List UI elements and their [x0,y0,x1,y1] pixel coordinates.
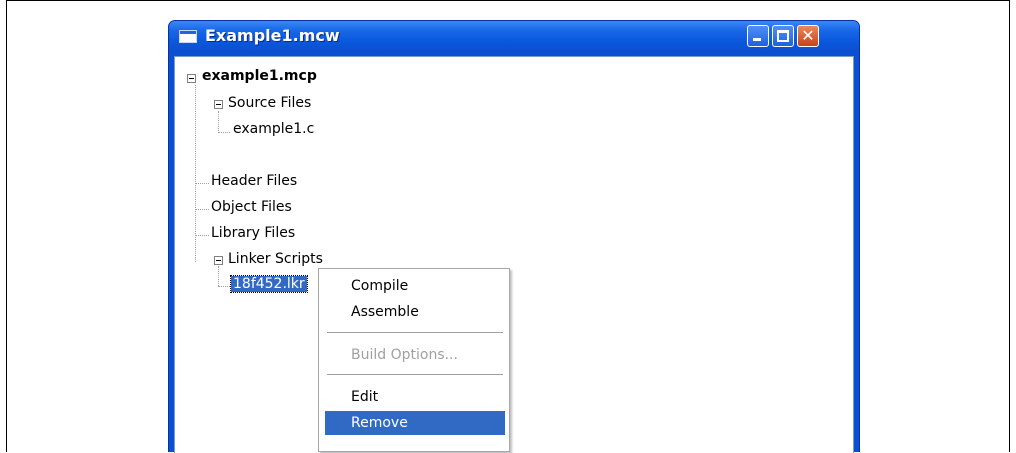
minimize-icon [753,38,761,41]
menu-separator [327,332,503,334]
maximize-button[interactable] [772,25,794,47]
tree-line [218,132,230,133]
project-tree: example1.mcp Source Files example1.c Hea… [175,57,853,453]
menu-item-compile[interactable]: Compile [325,274,505,298]
tree-folder-header-files[interactable]: Header Files [211,173,297,189]
window-title: Example1.mcw [205,26,340,45]
project-tree-pane: example1.mcp Source Files example1.c Hea… [174,56,854,453]
collapse-icon[interactable] [187,74,196,83]
menu-separator [327,374,503,376]
collapse-icon[interactable] [214,100,223,109]
tree-line [218,286,230,287]
close-icon: ✕ [801,26,815,45]
close-button[interactable]: ✕ [797,25,819,47]
context-menu: Compile Assemble Build Options... Edit R… [318,268,510,452]
minimize-button[interactable] [747,25,769,47]
tree-line [195,235,209,236]
tree-folder-object-files[interactable]: Object Files [211,199,292,215]
tree-line [195,183,209,184]
menu-item-assemble[interactable]: Assemble [325,300,505,324]
window-icon [179,30,197,43]
tree-line [195,209,209,210]
title-bar[interactable]: Example1.mcw ✕ [169,21,859,52]
maximize-icon [777,30,789,42]
menu-item-remove[interactable]: Remove [325,411,505,435]
tree-folder-source-files[interactable]: Source Files [228,95,311,111]
tree-folder-linker-scripts[interactable]: Linker Scripts [228,251,323,267]
tree-line [218,111,219,131]
collapse-icon[interactable] [214,256,223,265]
project-window: Example1.mcw ✕ example1.mcp Source Files… [168,20,860,453]
tree-root-project[interactable]: example1.mcp [202,68,317,84]
menu-item-edit[interactable]: Edit [325,385,505,409]
tree-folder-library-files[interactable]: Library Files [211,225,295,241]
tree-file-example1-c[interactable]: example1.c [233,121,314,137]
tree-line [218,266,219,286]
tree-file-18f452-lkr[interactable]: 18f452.lkr [230,275,308,293]
menu-item-build-options: Build Options... [351,347,458,363]
